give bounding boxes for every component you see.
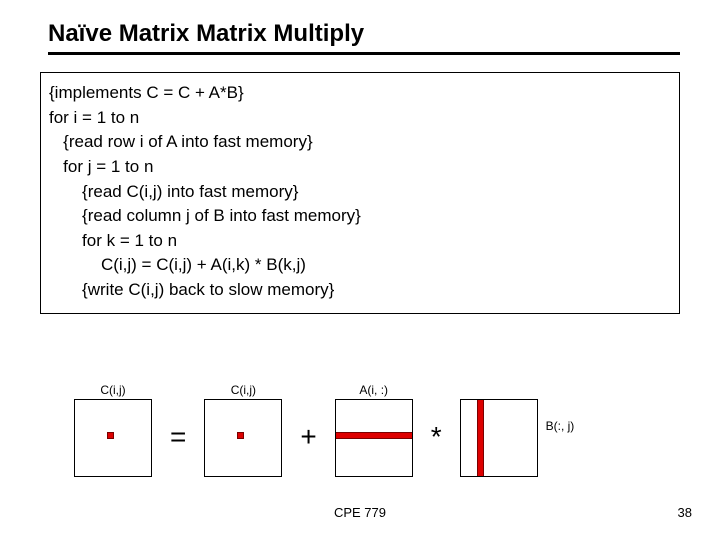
slide-title: Naïve Matrix Matrix Multiply [48,20,680,55]
matrix-c-result: C(i,j) [74,383,152,477]
matrix-box [460,399,538,477]
code-line: {read column j of B into fast memory} [49,204,671,229]
matrix-element-icon [237,432,244,439]
matrix-label: A(i, :) [359,383,388,397]
code-line: {read row i of A into fast memory} [49,130,671,155]
star-operator: * [431,421,442,453]
matrix-label: B(:, j) [546,419,575,433]
matrix-c-source: C(i,j) [204,383,282,477]
code-line: for i = 1 to n [49,106,671,131]
algorithm-code-box: {implements C = C + A*B} for i = 1 to n … [40,72,680,314]
matrix-diagram: C(i,j) = C(i,j) + A(i, :) * B(:, j) [70,380,690,480]
matrix-label-spacer [497,383,500,397]
page-number: 38 [678,505,692,520]
code-line: {read C(i,j) into fast memory} [49,180,671,205]
footer-course: CPE 779 [0,505,720,520]
matrix-box [204,399,282,477]
matrix-label: C(i,j) [231,383,256,397]
matrix-a: A(i, :) [335,383,413,477]
code-line: for k = 1 to n [49,229,671,254]
code-line: for j = 1 to n [49,155,671,180]
matrix-box [74,399,152,477]
matrix-column-icon [477,400,484,476]
code-line: C(i,j) = C(i,j) + A(i,k) * B(k,j) [49,253,671,278]
matrix-row-icon [336,432,412,439]
matrix-label: C(i,j) [100,383,125,397]
matrix-element-icon [107,432,114,439]
code-line: {write C(i,j) back to slow memory} [49,278,671,303]
matrix-b: B(:, j) [460,383,538,477]
code-line: {implements C = C + A*B} [49,81,671,106]
plus-operator: + [300,421,316,453]
equals-operator: = [170,421,186,453]
matrix-box [335,399,413,477]
